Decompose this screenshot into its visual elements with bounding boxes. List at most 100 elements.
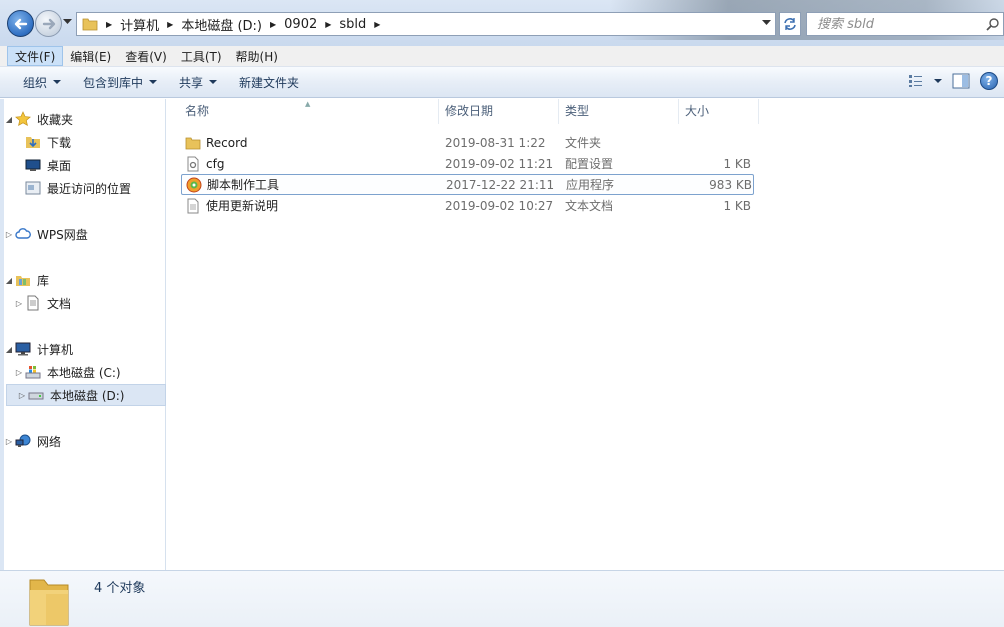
new-folder-button[interactable]: 新建文件夹	[228, 74, 310, 91]
column-header-name[interactable]: 名称	[181, 99, 439, 124]
text-file-icon	[187, 198, 199, 213]
address-dropdown-icon[interactable]	[762, 20, 771, 26]
breadcrumb-drive-d[interactable]: 本地磁盘 (D:)	[175, 15, 268, 34]
breadcrumb-separator[interactable]: ▶	[372, 20, 382, 29]
share-button[interactable]: 共享	[168, 74, 228, 91]
organize-button[interactable]: 组织	[12, 74, 72, 91]
menu-view[interactable]: 查看(V)	[118, 46, 174, 66]
collapse-icon[interactable]: ◢	[4, 345, 14, 354]
address-box[interactable]: ▶ 计算机 ▶ 本地磁盘 (D:) ▶ 0902 ▶ sbld ▶	[76, 12, 776, 36]
file-size: 1 KB	[723, 156, 751, 171]
tree-drive-d[interactable]: ▷ 本地磁盘 (D:)	[6, 384, 166, 406]
downloads-folder-icon	[24, 134, 42, 150]
details-pane: 4 个对象	[0, 570, 1004, 627]
view-controls: ?	[908, 72, 998, 90]
recent-pages-dropdown-icon[interactable]	[63, 19, 72, 25]
libraries-icon	[14, 272, 32, 288]
cloud-icon	[14, 226, 32, 242]
search-box[interactable]	[806, 12, 1004, 36]
tree-label-libraries: 库	[37, 273, 50, 288]
recent-places-icon	[24, 180, 42, 196]
tree-label-network: 网络	[37, 434, 62, 449]
tree-downloads[interactable]: 下载	[4, 131, 164, 153]
file-size: 983 KB	[709, 177, 752, 192]
menu-help[interactable]: 帮助(H)	[229, 46, 285, 66]
view-options-icon[interactable]	[908, 74, 924, 88]
expand-icon[interactable]: ▷	[14, 368, 24, 377]
tree-label-drive-c: 本地磁盘 (C:)	[47, 365, 121, 380]
chevron-down-icon	[209, 80, 218, 84]
tree-label-wps: WPS网盘	[37, 227, 88, 242]
menu-file[interactable]: 文件(F)	[7, 46, 64, 66]
file-type: 文本文档	[565, 199, 614, 213]
file-list: ▲ 名称 修改日期 类型 大小 Record 2019-08-31 1:22 文…	[167, 99, 1004, 570]
tree-libraries[interactable]: ◢ 库	[4, 269, 164, 291]
tree-label-recent: 最近访问的位置	[47, 181, 132, 196]
file-modified: 2019-08-31 1:22	[445, 135, 546, 150]
share-label: 共享	[179, 75, 204, 90]
tree-favorites[interactable]: ◢ 收藏夹	[4, 108, 164, 130]
file-row[interactable]: Record 2019-08-31 1:22 文件夹	[181, 132, 754, 153]
menu-tools[interactable]: 工具(T)	[174, 46, 229, 66]
tree-label-favorites: 收藏夹	[37, 112, 74, 127]
config-file-icon	[187, 156, 199, 171]
breadcrumb-sbld[interactable]: sbld	[333, 17, 372, 32]
expand-icon[interactable]: ▷	[4, 437, 14, 446]
column-header-modified[interactable]: 修改日期	[441, 99, 559, 124]
file-name: cfg	[206, 156, 225, 171]
folder-icon	[29, 579, 69, 626]
file-row-selected[interactable]: 脚本制作工具 2017-12-22 21:11 应用程序 983 KB	[181, 174, 754, 195]
include-in-library-button[interactable]: 包含到库中	[72, 74, 168, 91]
breadcrumb-separator[interactable]: ▶	[268, 20, 278, 29]
forward-button[interactable]	[35, 10, 62, 37]
file-modified: 2019-09-02 10:27	[445, 198, 554, 213]
collapse-icon[interactable]: ◢	[4, 276, 14, 285]
tree-label-drive-d: 本地磁盘 (D:)	[50, 388, 125, 403]
file-row[interactable]: 使用更新说明 2019-09-02 10:27 文本文档 1 KB	[181, 195, 754, 216]
expand-icon[interactable]: ▷	[4, 230, 14, 239]
tree-documents[interactable]: ▷ 文档	[4, 292, 164, 314]
file-name: Record	[206, 135, 248, 150]
column-headers: ▲ 名称 修改日期 类型 大小	[167, 99, 767, 124]
documents-icon	[24, 295, 42, 311]
hard-drive-icon	[27, 387, 45, 403]
back-button[interactable]	[7, 10, 34, 37]
refresh-button[interactable]	[779, 12, 801, 36]
search-input[interactable]	[807, 13, 977, 35]
expand-icon[interactable]: ▷	[14, 299, 24, 308]
chevron-down-icon	[149, 80, 158, 84]
menu-bar: 文件(F) 编辑(E) 查看(V) 工具(T) 帮助(H)	[0, 46, 1004, 67]
address-bar: ▶ 计算机 ▶ 本地磁盘 (D:) ▶ 0902 ▶ sbld ▶	[0, 0, 1004, 46]
file-type: 应用程序	[566, 178, 615, 192]
breadcrumb-0902[interactable]: 0902	[278, 17, 323, 32]
column-header-size[interactable]: 大小	[681, 99, 759, 124]
breadcrumb-separator[interactable]: ▶	[104, 20, 114, 29]
tree-drive-c[interactable]: ▷ 本地磁盘 (C:)	[4, 361, 164, 383]
breadcrumb-computer[interactable]: 计算机	[114, 15, 165, 34]
desktop-icon	[24, 157, 42, 173]
tree-recent-places[interactable]: 最近访问的位置	[4, 177, 164, 199]
back-arrow-icon	[14, 18, 28, 30]
menu-edit[interactable]: 编辑(E)	[63, 46, 118, 66]
tree-label-downloads: 下载	[47, 135, 72, 150]
star-icon	[14, 111, 32, 127]
tree-wps-cloud[interactable]: ▷ WPS网盘	[4, 223, 164, 245]
tree-network[interactable]: ▷ 网络	[4, 430, 164, 452]
expand-icon[interactable]: ▷	[17, 391, 27, 400]
collapse-icon[interactable]: ◢	[4, 115, 14, 124]
preview-pane-icon[interactable]	[952, 73, 970, 89]
breadcrumb-separator[interactable]: ▶	[323, 20, 333, 29]
chevron-down-icon	[53, 80, 62, 84]
view-dropdown-icon[interactable]	[934, 79, 942, 83]
column-header-type[interactable]: 类型	[561, 99, 679, 124]
help-icon[interactable]: ?	[980, 72, 998, 90]
file-row[interactable]: cfg 2019-09-02 11:21 配置设置 1 KB	[181, 153, 754, 174]
refresh-icon	[784, 18, 796, 30]
include-library-label: 包含到库中	[83, 75, 144, 90]
tree-computer[interactable]: ◢ 计算机	[4, 338, 164, 360]
tree-label-documents: 文档	[47, 296, 72, 311]
search-icon[interactable]	[986, 17, 1000, 31]
breadcrumb-separator[interactable]: ▶	[165, 20, 175, 29]
tree-desktop[interactable]: 桌面	[4, 154, 164, 176]
file-name: 使用更新说明	[206, 199, 279, 213]
